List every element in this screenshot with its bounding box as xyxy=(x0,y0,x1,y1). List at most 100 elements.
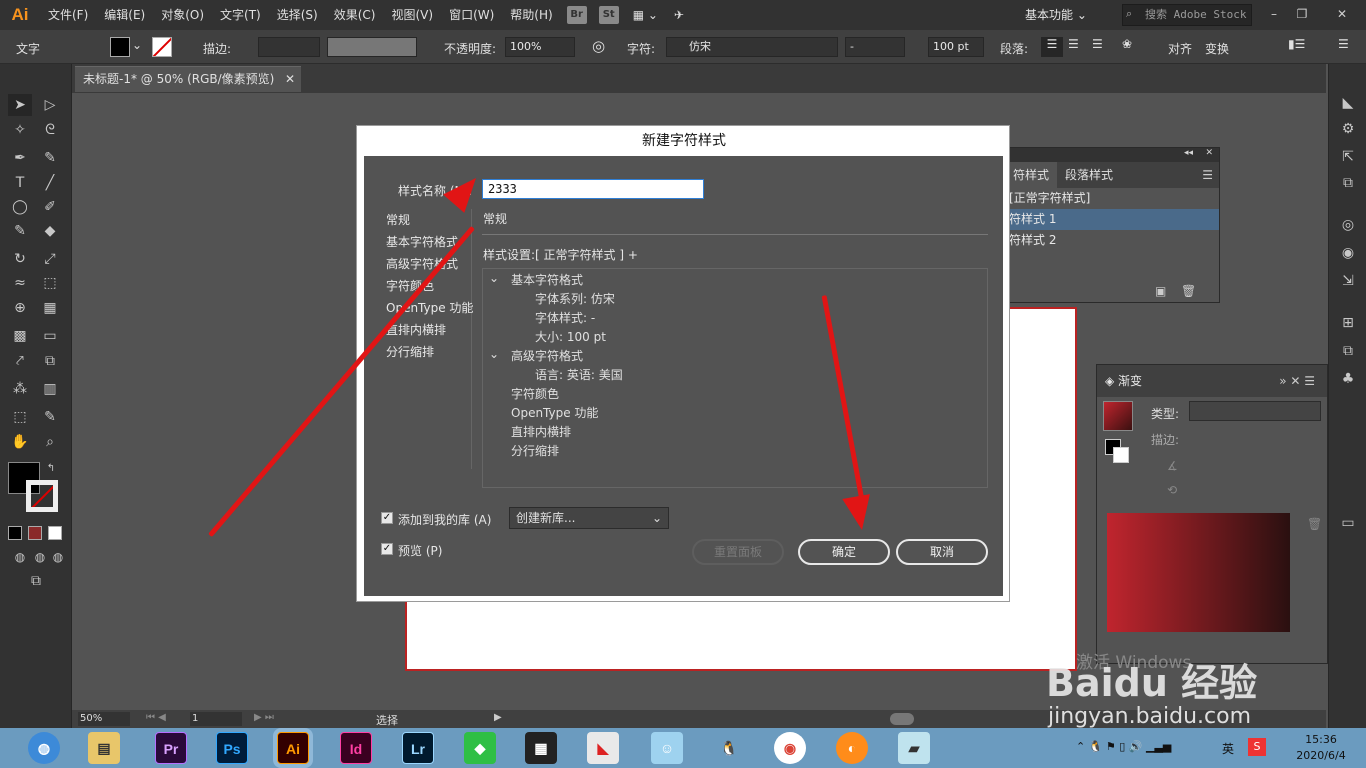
eraser-tool-icon[interactable]: ◆ xyxy=(38,220,62,242)
horizontal-scrollbar-thumb[interactable] xyxy=(890,713,914,725)
slice-tool-icon[interactable]: ✎ xyxy=(38,406,62,428)
magic-wand-tool-icon[interactable]: ✧ xyxy=(8,119,32,141)
arrange-documents-icon[interactable]: ▦ ⌄ xyxy=(625,0,666,30)
variable-width-profile[interactable] xyxy=(327,37,417,57)
align-panel-link[interactable]: 对齐 xyxy=(1168,40,1192,57)
new-style-icon[interactable]: ▣ xyxy=(1155,284,1166,298)
system-tray-icons[interactable]: ⌃ 🐧 ⚑ ▯ 🔊 ▁▃▅ xyxy=(1076,740,1171,753)
gradient-panel-icon[interactable]: ▭ xyxy=(1338,514,1358,532)
trash-icon[interactable]: 🗑 xyxy=(1181,284,1196,298)
font-size-field[interactable]: 100 pt xyxy=(928,37,984,57)
restore-icon[interactable]: ❐ xyxy=(1290,4,1314,24)
width-tool-icon[interactable]: ≈ xyxy=(8,272,32,294)
artboard-tool-icon[interactable]: ⬚ xyxy=(8,406,32,428)
mesh-tool-icon[interactable]: ▩ xyxy=(8,325,32,347)
ok-button[interactable]: 确定 xyxy=(798,539,890,565)
paintbrush-tool-icon[interactable]: ✐ xyxy=(38,196,62,218)
screen-mode-icon[interactable]: ⧉ xyxy=(24,570,48,592)
category-item[interactable]: 常规 xyxy=(382,209,471,231)
direct-selection-tool-icon[interactable]: ▷ xyxy=(38,94,62,116)
line-tool-icon[interactable]: ╱ xyxy=(38,172,62,194)
draw-inside-icon[interactable]: ◍ xyxy=(46,546,70,568)
color-mode-icon[interactable] xyxy=(8,526,22,540)
menu-select[interactable]: 选择(S) xyxy=(269,0,326,30)
style-row[interactable]: 符样式 2 xyxy=(1005,230,1219,251)
stroke-weight-field[interactable] xyxy=(258,37,320,57)
menu-file[interactable]: 文件(F) xyxy=(40,0,96,30)
stroke-swatch[interactable] xyxy=(152,37,172,57)
lightroom-icon[interactable]: Lr xyxy=(402,732,434,764)
align-left-icon[interactable]: ☰ xyxy=(1041,37,1063,57)
media-app-icon[interactable]: ◣ xyxy=(587,732,619,764)
add-to-library-checkbox[interactable]: ✓ xyxy=(381,512,393,524)
menu-type[interactable]: 文字(T) xyxy=(212,0,269,30)
swap-colors-icon[interactable]: ↰ xyxy=(44,462,58,476)
pen-tool-icon[interactable]: ✒ xyxy=(8,147,32,169)
appearance-icon[interactable]: ◎ xyxy=(1338,216,1358,234)
font-style-field[interactable]: - xyxy=(845,37,905,57)
browser-icon[interactable]: ◐ xyxy=(836,732,868,764)
opentype-icon[interactable]: ❀ xyxy=(1122,37,1132,51)
properties-icon[interactable]: ◣ xyxy=(1338,94,1358,112)
ime-indicator[interactable]: 英 xyxy=(1222,740,1234,757)
perspective-grid-tool-icon[interactable]: ▦ xyxy=(38,297,62,319)
style-row[interactable]: 符样式 1 xyxy=(1005,209,1219,230)
symbols-icon[interactable]: ♣ xyxy=(1338,370,1358,388)
style-name-input[interactable]: 2333 xyxy=(482,179,704,199)
none-mode-icon[interactable] xyxy=(48,526,62,540)
menu-view[interactable]: 视图(V) xyxy=(383,0,441,30)
close-tab-icon[interactable]: ✕ xyxy=(285,67,295,91)
status-menu-arrow[interactable]: ▶ xyxy=(494,712,502,723)
blend-tool-icon[interactable]: ⧉ xyxy=(38,350,62,372)
preview-checkbox[interactable]: ✓ xyxy=(381,543,393,555)
panel-menu-icon[interactable]: ☰ xyxy=(1338,37,1349,51)
recolor-icon[interactable]: ◎ xyxy=(592,37,605,55)
category-item[interactable]: 分行缩排 xyxy=(382,341,471,363)
menu-object[interactable]: 对象(O) xyxy=(153,0,212,30)
menu-effect[interactable]: 效果(C) xyxy=(326,0,384,30)
gradient-slider[interactable] xyxy=(1107,513,1290,632)
shaper-tool-icon[interactable]: ✎ xyxy=(8,220,32,242)
notes-icon[interactable]: ▰ xyxy=(898,732,930,764)
stroke-swatch[interactable] xyxy=(1113,447,1129,463)
collapse-icon[interactable]: ◈ xyxy=(1105,374,1118,388)
links-icon[interactable]: ⧉ xyxy=(1338,174,1358,192)
stroke-color-swatch[interactable] xyxy=(26,480,58,512)
illustrator-icon[interactable]: Ai xyxy=(277,732,309,764)
photoshop-icon[interactable]: Ps xyxy=(216,732,248,764)
symbol-sprayer-tool-icon[interactable]: ⁂ xyxy=(8,378,32,400)
stock-search-input[interactable]: 搜索 Adobe Stock xyxy=(1122,4,1252,26)
hand-tool-icon[interactable]: ✋ xyxy=(8,431,32,453)
transform-panel-link[interactable]: 变换 xyxy=(1205,40,1229,57)
curvature-tool-icon[interactable]: ✎ xyxy=(38,147,62,169)
document-tab[interactable]: 未标题-1* @ 50% (RGB/像素预览) ✕ xyxy=(75,66,301,92)
transform-icon[interactable]: ⧉ xyxy=(1338,342,1358,360)
menu-edit[interactable]: 编辑(E) xyxy=(96,0,153,30)
qq-icon[interactable]: 🐧 xyxy=(713,732,745,764)
tab-paragraph-styles[interactable]: 段落样式 xyxy=(1057,162,1121,188)
layers-icon[interactable]: ⚙ xyxy=(1338,120,1358,138)
shape-builder-tool-icon[interactable]: ⊕ xyxy=(8,297,32,319)
opacity-field[interactable]: 100% xyxy=(505,37,575,57)
fill-swatch[interactable] xyxy=(110,37,130,57)
minimize-icon[interactable]: – xyxy=(1262,4,1286,24)
start-button[interactable]: ◍ xyxy=(28,732,60,764)
cancel-button[interactable]: 取消 xyxy=(896,539,988,565)
sogou-icon[interactable]: S xyxy=(1248,738,1266,756)
rotate-tool-icon[interactable]: ↻ xyxy=(8,248,32,270)
color-icon[interactable]: ◉ xyxy=(1338,244,1358,262)
stock-button[interactable]: St xyxy=(598,6,619,24)
zoom-field[interactable]: 50% xyxy=(78,712,130,726)
isolation-icon[interactable]: ▮☰ xyxy=(1288,37,1305,51)
workspace-switcher[interactable]: 基本功能 ⌄ xyxy=(1025,4,1107,26)
style-row[interactable]: [正常字符样式] xyxy=(1005,188,1219,209)
align-right-icon[interactable]: ☰ xyxy=(1092,37,1103,51)
menu-help[interactable]: 帮助(H) xyxy=(502,0,560,30)
chevron-down-icon[interactable]: ⌄ xyxy=(132,38,142,52)
menu-window[interactable]: 窗口(W) xyxy=(441,0,502,30)
free-transform-tool-icon[interactable]: ⬚ xyxy=(38,272,62,294)
gradient-mode-icon[interactable] xyxy=(28,526,42,540)
eyedropper-tool-icon[interactable]: ⤤ xyxy=(8,350,32,372)
align-center-icon[interactable]: ☰ xyxy=(1068,37,1079,51)
tab-character-styles[interactable]: 符样式 xyxy=(1005,162,1058,188)
